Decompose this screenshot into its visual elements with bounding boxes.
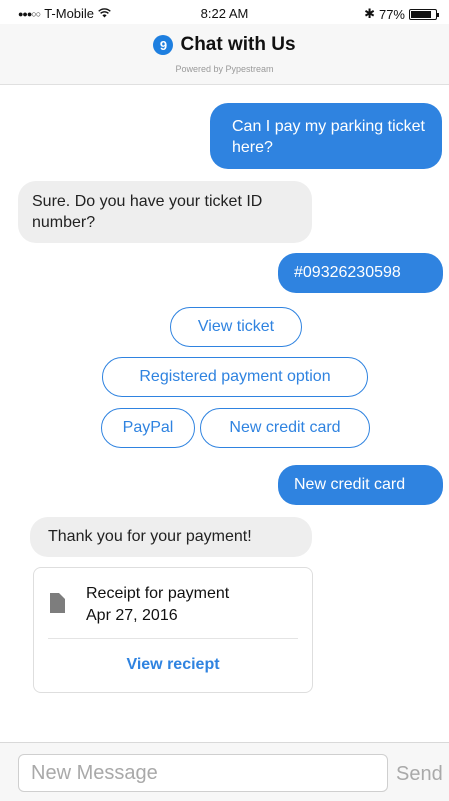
battery-icon bbox=[409, 8, 439, 20]
status-bar: ●●●○○ T-Mobile 8:22 AM ✱ 77% bbox=[0, 0, 449, 24]
battery-fill bbox=[411, 10, 432, 18]
receipt-date: Apr 27, 2016 bbox=[86, 607, 178, 624]
receipt-divider bbox=[48, 638, 298, 639]
incoming-message: Sure. Do you have your ticket ID number? bbox=[18, 181, 312, 243]
document-icon bbox=[50, 593, 65, 613]
send-button[interactable]: Send bbox=[396, 763, 443, 786]
chat-screen: ●●●○○ T-Mobile 8:22 AM ✱ 77% 9 Chat with… bbox=[0, 0, 449, 801]
message-input[interactable] bbox=[18, 754, 388, 792]
title-row: 9 Chat with Us bbox=[0, 34, 449, 56]
battery-percent: 77% bbox=[378, 6, 405, 22]
outgoing-message: New credit card bbox=[278, 465, 443, 505]
quick-reply-paypal[interactable]: PayPal bbox=[101, 408, 195, 448]
message-composer: Send bbox=[0, 742, 449, 801]
outgoing-message: Can I pay my parking ticket here? bbox=[210, 103, 442, 169]
message-list[interactable]: Can I pay my parking ticket here? Sure. … bbox=[0, 85, 449, 740]
status-right: ✱ 77% bbox=[364, 6, 439, 22]
view-receipt-link[interactable]: View reciept bbox=[34, 656, 312, 674]
receipt-card: Receipt for payment Apr 27, 2016 View re… bbox=[33, 567, 313, 693]
page-title: Chat with Us bbox=[180, 34, 296, 55]
page-subtitle: Powered by Pypestream bbox=[175, 64, 274, 74]
incoming-message: Thank you for your payment! bbox=[30, 517, 312, 557]
receipt-title: Receipt for payment bbox=[86, 585, 230, 602]
bluetooth-icon: ✱ bbox=[364, 6, 375, 21]
pypestream-logo-icon: 9 bbox=[153, 35, 174, 55]
quick-reply-view-ticket[interactable]: View ticket bbox=[170, 307, 302, 347]
chat-header: 9 Chat with Us Powered by Pypestream bbox=[0, 24, 449, 85]
outgoing-message: #09326230598 bbox=[278, 253, 443, 293]
quick-reply-registered-payment[interactable]: Registered payment option bbox=[102, 357, 368, 397]
quick-reply-new-credit-card[interactable]: New credit card bbox=[200, 408, 370, 448]
